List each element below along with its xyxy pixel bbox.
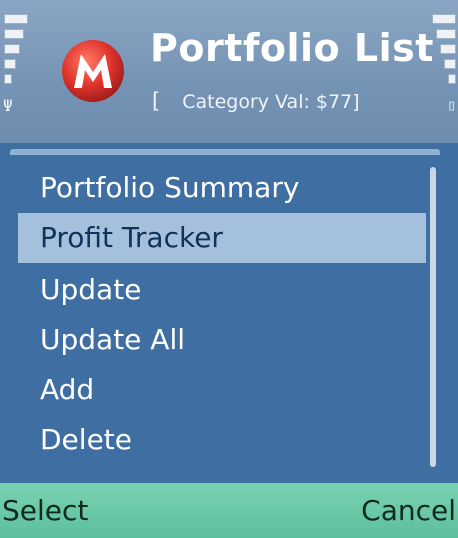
menu-item-add[interactable]: Add bbox=[18, 365, 426, 415]
menu-item-delete[interactable]: Delete bbox=[18, 415, 426, 465]
cancel-softkey[interactable]: Cancel bbox=[361, 483, 456, 538]
page-title: Portfolio List bbox=[150, 26, 434, 70]
select-softkey[interactable]: Select bbox=[2, 483, 88, 538]
menu-item-update[interactable]: Update bbox=[18, 265, 426, 315]
softkey-bar: Select Cancel bbox=[0, 483, 458, 538]
subtitle-bracket: [ bbox=[152, 89, 161, 113]
app-logo-icon bbox=[62, 40, 124, 102]
menu-item-profit-tracker[interactable]: Profit Tracker bbox=[18, 213, 426, 263]
title-bar: Ψ ▯ Portfolio List [ Category Val: $77] bbox=[0, 0, 458, 143]
category-value: Category Val: $77] bbox=[182, 91, 360, 113]
menu-item-portfolio-summary[interactable]: Portfolio Summary bbox=[18, 163, 426, 213]
category-value-label: [ Category Val: $77] bbox=[152, 89, 360, 113]
menu-item-update-all[interactable]: Update All bbox=[18, 315, 426, 365]
battery-icon: ▯ bbox=[446, 96, 456, 114]
options-menu: Portfolio Summary Profit Tracker Update … bbox=[10, 155, 440, 483]
antenna-icon: Ψ bbox=[3, 96, 13, 115]
menu-scrollbar[interactable] bbox=[430, 167, 436, 467]
signal-strength-icon bbox=[4, 14, 30, 89]
